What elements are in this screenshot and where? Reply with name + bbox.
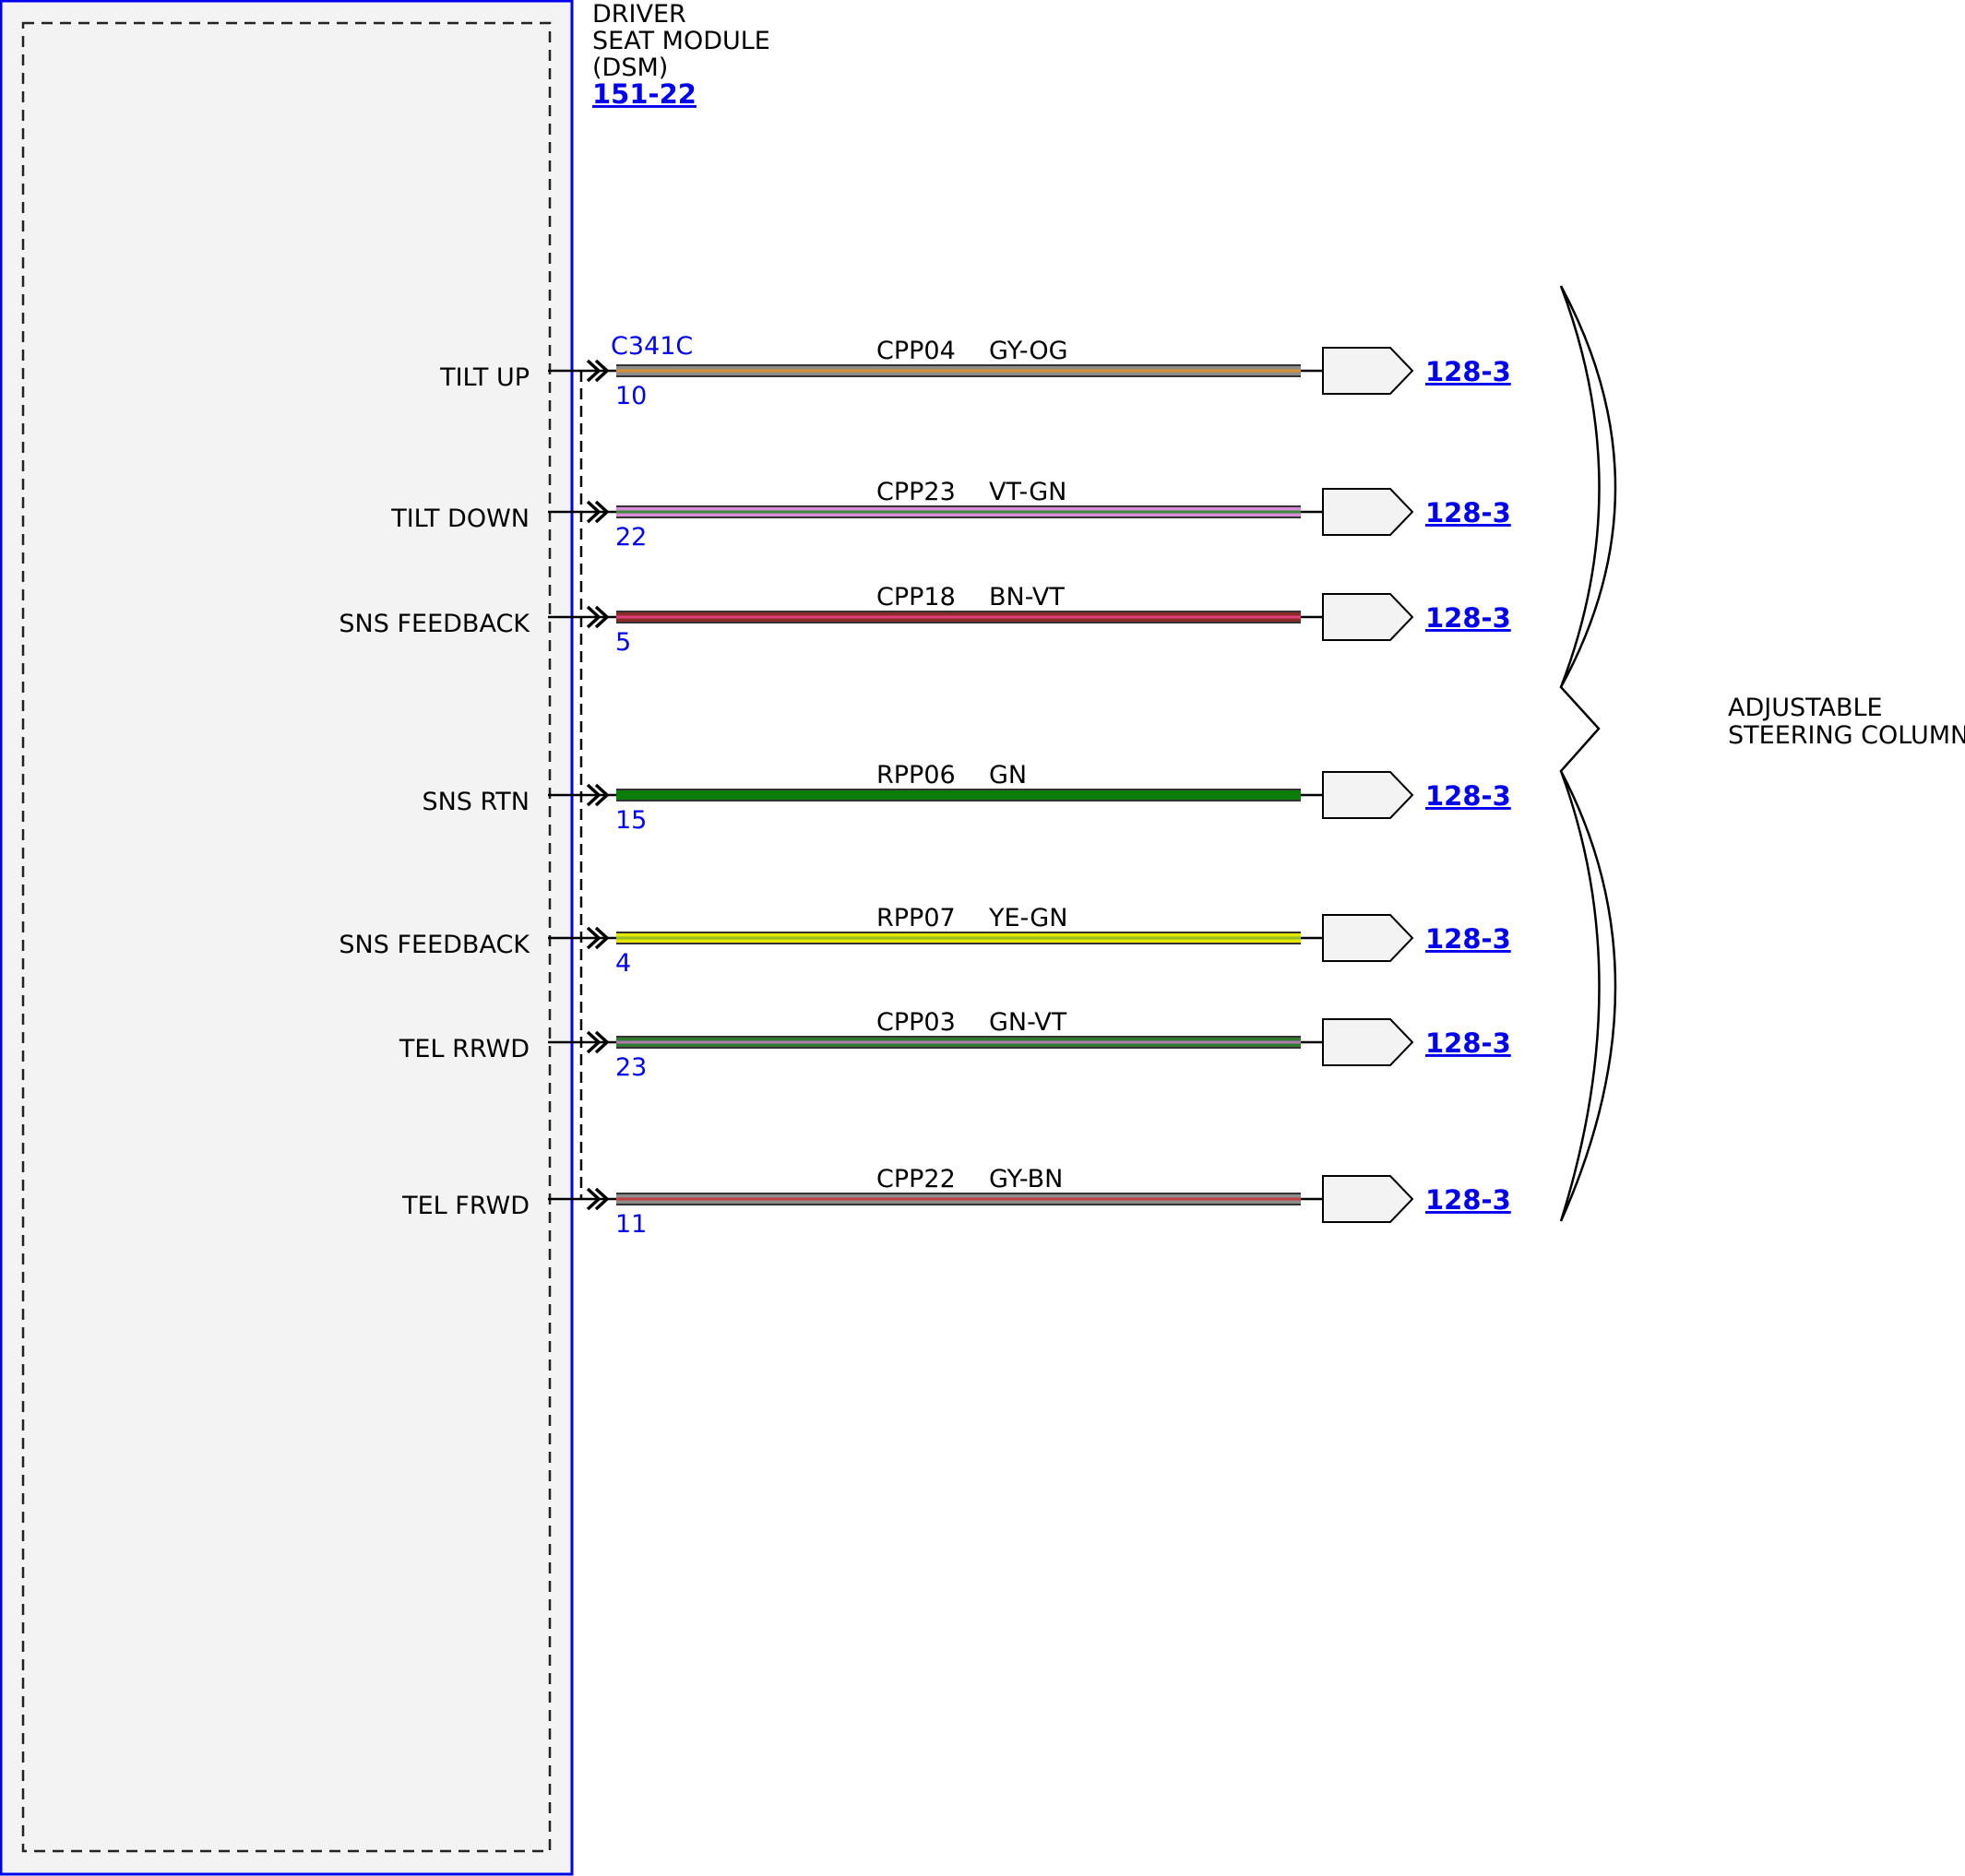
- wire-stripe: [616, 793, 1301, 797]
- pin-number: 22: [615, 523, 647, 552]
- wire-stripe: [616, 1040, 1301, 1044]
- circuit-id: RPP07: [876, 904, 956, 932]
- signal-label: SNS RTN: [422, 788, 530, 816]
- destination-ref-link[interactable]: 128-3: [1425, 1184, 1511, 1216]
- wire-color-code: GN-VT: [989, 1008, 1067, 1037]
- circuit-id: CPP03: [876, 1008, 956, 1037]
- module-name-line-2: SEAT MODULE: [592, 27, 770, 55]
- destination-ref-link[interactable]: 128-3: [1425, 780, 1511, 812]
- destination-arrow-icon: [1322, 1018, 1414, 1066]
- destination-ref-link[interactable]: 128-3: [1425, 923, 1511, 955]
- signal-label: TILT DOWN: [390, 505, 530, 533]
- destination-arrow-icon: [1322, 488, 1414, 536]
- destination-ref-link[interactable]: 128-3: [1425, 497, 1511, 528]
- wire-stripe: [616, 369, 1301, 373]
- connector-id: C341C: [611, 332, 693, 361]
- component-name-line-2: STEERING COLUMN: [1728, 721, 1965, 750]
- destination-ref-link[interactable]: 128-3: [1425, 1027, 1511, 1059]
- destination-arrow-icon: [1322, 347, 1414, 395]
- wire-stripe: [616, 1197, 1301, 1201]
- circuit-row: TILT UP 10 CPP04 GY-OG 128-3: [439, 337, 1511, 410]
- pin-number: 4: [615, 949, 631, 978]
- component-name-line-1: ADJUSTABLE: [1728, 694, 1883, 722]
- destination-arrow-icon: [1322, 771, 1414, 819]
- destination-arrow-icon: [1322, 593, 1414, 641]
- destination-ref-link[interactable]: 128-3: [1425, 356, 1511, 387]
- signal-label: TEL RRWD: [399, 1035, 530, 1063]
- pin-number: 5: [615, 628, 631, 657]
- destination-arrow-icon: [1322, 1175, 1414, 1223]
- circuit-id: CPP18: [876, 583, 956, 611]
- signal-label: TILT UP: [439, 363, 530, 392]
- pin-number: 23: [615, 1053, 647, 1082]
- pin-number: 11: [615, 1210, 647, 1239]
- module-ref-link[interactable]: 151-22: [592, 78, 697, 110]
- module-name-line-1: DRIVER: [592, 0, 686, 29]
- wire-stripe: [616, 615, 1301, 619]
- wire-color-code: GY-BN: [989, 1165, 1063, 1193]
- circuit-row: SNS RTN 15 RPP06 GN 128-3: [422, 761, 1510, 835]
- circuit-id: RPP06: [876, 761, 956, 790]
- wire-stripe: [616, 510, 1301, 514]
- wire-stripe: [616, 936, 1301, 940]
- wire-color-code: GN: [989, 761, 1027, 790]
- wire-color-code: YE-GN: [988, 904, 1067, 932]
- signal-label: SNS FEEDBACK: [339, 610, 530, 638]
- wire-color-code: VT-GN: [989, 478, 1066, 506]
- component-brace: [1559, 285, 1617, 1222]
- pin-number: 10: [615, 382, 647, 410]
- circuit-id: CPP23: [876, 478, 956, 506]
- destination-ref-link[interactable]: 128-3: [1425, 602, 1511, 634]
- wire-color-code: GY-OG: [989, 337, 1068, 365]
- signal-label: SNS FEEDBACK: [339, 931, 530, 959]
- signal-label: TEL FRWD: [401, 1192, 530, 1220]
- pin-number: 15: [615, 806, 647, 835]
- circuit-id: CPP22: [876, 1165, 956, 1193]
- destination-arrow-icon: [1322, 914, 1414, 962]
- circuit-id: CPP04: [876, 337, 956, 365]
- wire-color-code: BN-VT: [989, 583, 1065, 611]
- wiring-diagram: DRIVER SEAT MODULE (DSM) 151-22 C341C TI…: [0, 0, 1965, 1876]
